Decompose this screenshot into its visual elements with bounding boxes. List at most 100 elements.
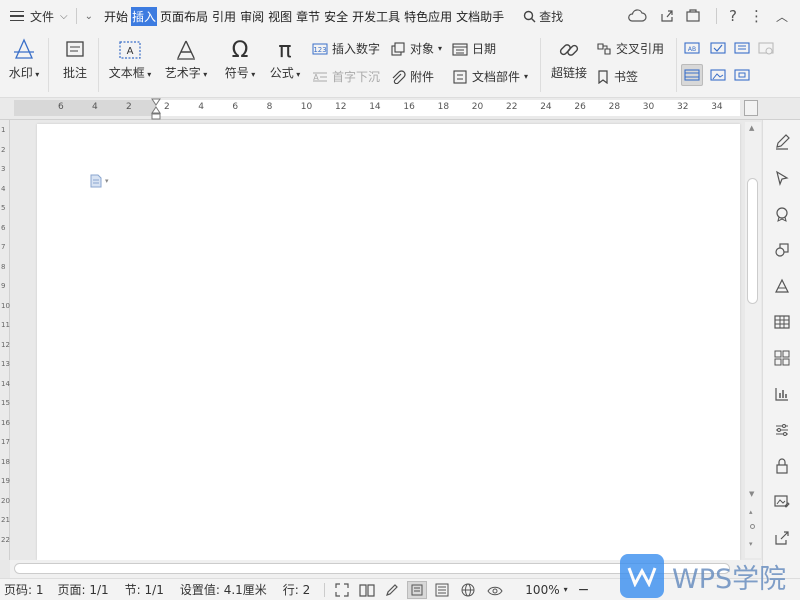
ruler-tick-label: 2 xyxy=(126,102,132,112)
fullscreen-icon[interactable] xyxy=(335,582,349,597)
status-page-number[interactable]: 页码: 1 xyxy=(4,581,44,598)
image-edit-icon[interactable] xyxy=(774,494,790,510)
form-frame-button[interactable] xyxy=(681,64,703,86)
next-page-icon[interactable]: ▾ xyxy=(749,540,753,548)
paragraph-marker[interactable]: ▾ xyxy=(90,174,109,188)
table-icon[interactable] xyxy=(774,314,790,330)
wordart-button[interactable]: 艺术字 ▾ xyxy=(162,36,210,81)
chevron-down-icon[interactable]: ▾ xyxy=(564,585,568,594)
zoom-level[interactable]: 100% xyxy=(525,583,559,597)
status-pages[interactable]: 页面: 1/1 xyxy=(58,581,109,598)
tab-security[interactable]: 安全 xyxy=(323,7,349,26)
tab-developer[interactable]: 开发工具 xyxy=(351,7,401,26)
object-button[interactable]: 对象 ▾ xyxy=(390,40,442,57)
object-label: 对象 xyxy=(410,42,435,56)
tab-features[interactable]: 特色应用 xyxy=(403,7,453,26)
tab-page-layout[interactable]: 页面布局 xyxy=(159,7,209,26)
pen-icon[interactable] xyxy=(385,583,399,597)
zoom-out-icon[interactable]: − xyxy=(578,582,590,598)
insert-number-label: 插入数字 xyxy=(332,42,381,56)
search-button[interactable]: 查找 xyxy=(523,8,563,25)
wordart-label: 艺术字 xyxy=(164,66,201,80)
vruler-tick-label: 16 xyxy=(1,418,10,427)
form-control-icon[interactable] xyxy=(734,68,750,82)
status-setting[interactable]: 设置值: 4.1厘米 xyxy=(180,581,267,598)
scroll-down-icon[interactable]: ▼ xyxy=(749,490,754,498)
browse-object-icon[interactable] xyxy=(750,524,755,529)
outline-view-icon[interactable] xyxy=(435,583,449,597)
status-row[interactable]: 行: 2 xyxy=(283,581,311,598)
web-view-icon[interactable] xyxy=(461,583,475,597)
cross-ref-button[interactable]: 交叉引用 xyxy=(596,40,664,57)
vertical-scroll-thumb[interactable] xyxy=(747,178,758,304)
chart-icon[interactable] xyxy=(774,386,790,402)
indent-marker-icon[interactable] xyxy=(151,98,161,120)
ruler-tick-label: 6 xyxy=(58,102,64,112)
cursor-icon[interactable] xyxy=(774,170,790,186)
vertical-ruler[interactable]: 1 2 3 4 5 6 7 8 9 10 11 12 13 14 15 16 17 18 19 20 21 22 xyxy=(0,120,10,560)
calendar-icon xyxy=(452,42,468,56)
tab-review[interactable]: 审阅 xyxy=(239,7,265,26)
chevron-down-icon[interactable]: ⌵ xyxy=(60,11,68,22)
sliders-icon[interactable] xyxy=(774,422,790,438)
window-controls: ? ⋮ ︿ xyxy=(628,0,800,32)
bookmark-button[interactable]: 书签 xyxy=(596,68,638,85)
export-icon[interactable] xyxy=(774,530,790,546)
attachment-button[interactable]: 附件 xyxy=(390,68,434,85)
cloud-icon[interactable] xyxy=(628,9,648,23)
watermark-label: 水印 xyxy=(8,66,33,80)
tab-insert[interactable]: 插入 xyxy=(131,6,158,26)
watermark-icon xyxy=(12,36,36,64)
shapes-icon[interactable] xyxy=(774,242,790,258)
comment-button[interactable]: 批注 xyxy=(60,36,90,81)
horizontal-ruler[interactable]: 64224681012141618202224262830323436 xyxy=(0,98,800,120)
insert-number-button[interactable]: 123 插入数字 xyxy=(312,40,380,57)
tab-doc-assistant[interactable]: 文档助手 xyxy=(455,7,505,26)
vertical-scrollbar[interactable]: ▲ ▼ ▴ ▾ xyxy=(745,122,761,558)
right-sidebar xyxy=(762,120,800,580)
document-page[interactable]: ▾ xyxy=(37,124,740,560)
ruler-toggle-button[interactable] xyxy=(744,100,758,116)
pen-icon[interactable] xyxy=(774,134,790,150)
wordart-style-icon[interactable] xyxy=(774,278,790,294)
prev-page-icon[interactable]: ▴ xyxy=(749,508,753,516)
textbox-button[interactable]: A 文本框 ▾ xyxy=(106,36,154,81)
toolbox-icon[interactable] xyxy=(686,9,704,23)
page-view-icon xyxy=(411,584,423,595)
more-icon[interactable]: ⋮ xyxy=(749,7,764,25)
quick-access-chevron-icon[interactable]: ⌄ xyxy=(85,11,93,22)
form-pic-icon[interactable] xyxy=(710,68,726,82)
tab-view[interactable]: 视图 xyxy=(267,7,293,26)
ruler-tick-label: 34 xyxy=(711,102,723,112)
formula-button[interactable]: π 公式 ▾ xyxy=(266,36,304,81)
page-view-button[interactable] xyxy=(407,580,428,599)
form-list-icon[interactable] xyxy=(734,41,750,55)
hyperlink-button[interactable]: 超链接 xyxy=(548,36,590,81)
scroll-up-icon[interactable]: ▲ xyxy=(749,124,754,132)
form-checkbox-icon[interactable] xyxy=(710,41,726,55)
tab-chapter[interactable]: 章节 xyxy=(295,7,321,26)
eye-protection-icon[interactable] xyxy=(487,583,503,597)
menu-icon[interactable] xyxy=(10,10,24,22)
vruler-tick-label: 8 xyxy=(1,262,6,271)
symbol-button[interactable]: Ω 符号 ▾ xyxy=(222,36,258,81)
form-image-icon[interactable] xyxy=(758,41,774,55)
form-textfield-icon[interactable]: AB xyxy=(684,41,700,55)
share-icon[interactable] xyxy=(660,9,674,23)
chevron-up-icon[interactable]: ︿ xyxy=(776,8,788,25)
help-icon[interactable]: ? xyxy=(729,7,737,25)
apps-icon[interactable] xyxy=(774,350,790,366)
file-menu[interactable]: 文件 xyxy=(30,8,54,25)
doc-parts-button[interactable]: 文档部件 ▾ xyxy=(452,68,528,85)
watermark-button[interactable]: 水印 ▾ xyxy=(6,36,42,81)
date-button[interactable]: 日期 xyxy=(452,40,496,57)
lock-icon[interactable] xyxy=(774,458,790,474)
drop-cap-button[interactable]: A 首字下沉 xyxy=(312,68,380,85)
status-section[interactable]: 节: 1/1 xyxy=(125,581,164,598)
vruler-tick-label: 22 xyxy=(1,535,10,544)
vruler-tick-label: 6 xyxy=(1,223,6,232)
reading-mode-icon[interactable] xyxy=(359,583,375,597)
tab-home[interactable]: 开始 xyxy=(103,7,129,26)
tab-references[interactable]: 引用 xyxy=(211,7,237,26)
badge-icon[interactable] xyxy=(774,206,790,222)
